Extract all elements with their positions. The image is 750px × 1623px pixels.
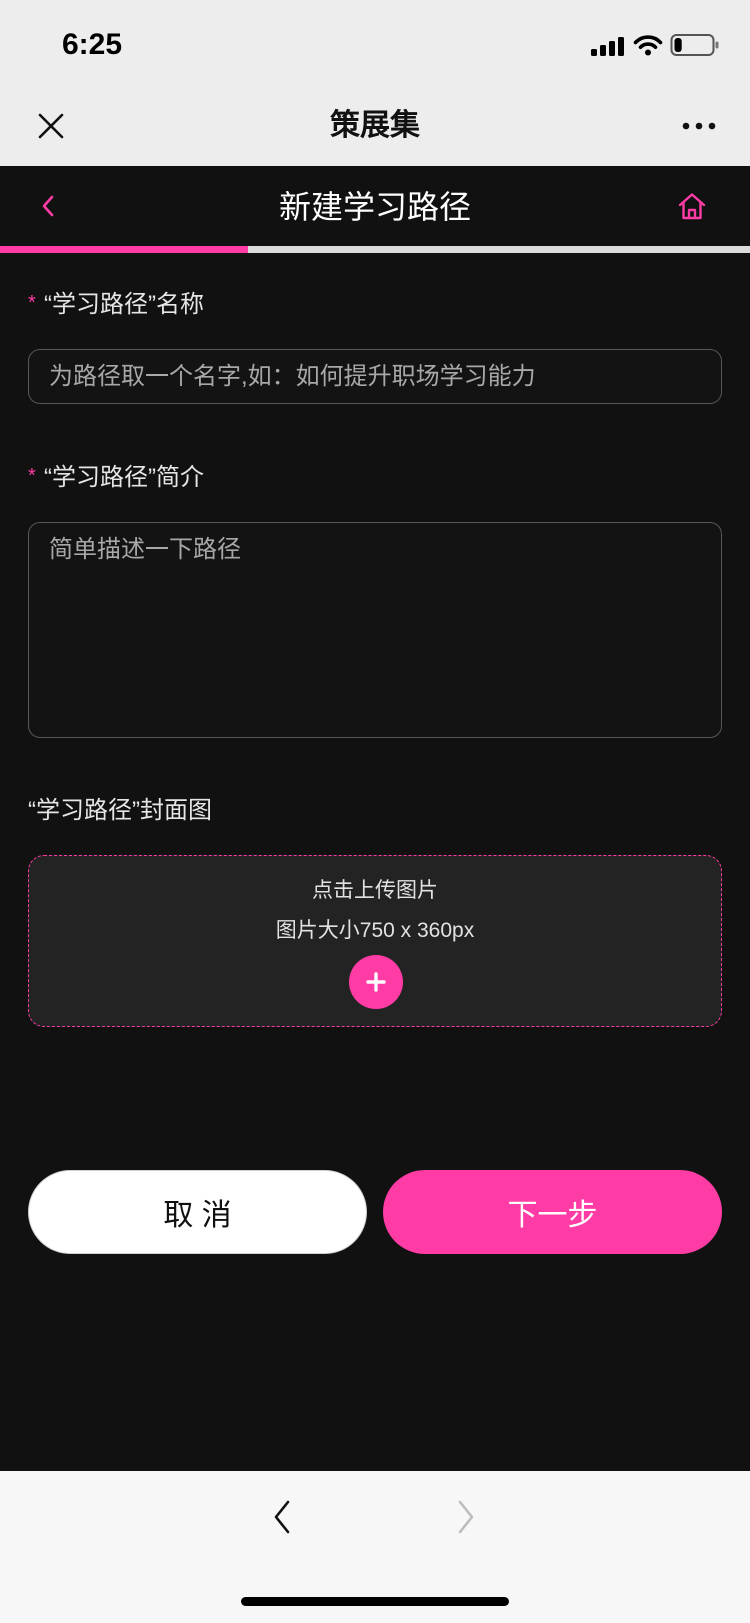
path-intro-textarea[interactable]: [28, 522, 722, 738]
home-icon: [678, 193, 706, 220]
browser-back-button[interactable]: [262, 1495, 302, 1539]
close-icon: [38, 113, 64, 139]
forward-button[interactable]: [446, 1495, 486, 1539]
more-button[interactable]: [676, 110, 722, 142]
name-label-text: “学习路径”名称: [44, 291, 204, 318]
chevron-right-icon: [458, 1500, 474, 1534]
browser-bottom-toolbar: [0, 1471, 750, 1623]
top-chrome: 6:25 策展集: [0, 0, 750, 166]
name-field-label: * “学习路径”名称: [28, 288, 204, 322]
home-indicator: [241, 1597, 509, 1606]
upload-size-hint: 图片大小750 x 360px: [275, 919, 475, 942]
cover-label-text: “学习路径”封面图: [28, 797, 212, 824]
next-step-button[interactable]: 下一步: [383, 1170, 722, 1254]
required-mark: *: [28, 292, 36, 314]
chevron-left-icon: [274, 1500, 290, 1534]
status-time: 6:25: [62, 28, 123, 61]
path-name-input[interactable]: [28, 349, 722, 404]
plus-icon[interactable]: [349, 955, 403, 1009]
upload-hint: 点击上传图片: [312, 879, 438, 902]
chevron-left-icon: [42, 195, 54, 217]
cancel-button[interactable]: 取 消: [28, 1170, 367, 1254]
page-title: 新建学习路径: [278, 189, 471, 225]
progress-fill: [0, 246, 248, 253]
battery-icon: [670, 34, 719, 56]
cover-upload-area[interactable]: 点击上传图片 图片大小750 x 360px: [28, 855, 722, 1027]
step-progress-bar: [0, 246, 750, 253]
webview-title: 策展集: [330, 109, 420, 142]
cellular-signal-icon: [591, 37, 624, 56]
battery-level-fill: [674, 38, 682, 52]
intro-label-text: “学习路径”简介: [44, 464, 204, 491]
back-button[interactable]: [26, 184, 70, 228]
required-mark: *: [28, 465, 36, 487]
cover-field-label: “学习路径”封面图: [28, 794, 212, 828]
home-button[interactable]: [670, 184, 714, 228]
wifi-icon: [633, 35, 663, 56]
page-header: 新建学习路径: [0, 166, 750, 246]
intro-field-label: * “学习路径”简介: [28, 461, 204, 495]
close-button[interactable]: [29, 104, 73, 148]
more-icon: [682, 122, 716, 130]
